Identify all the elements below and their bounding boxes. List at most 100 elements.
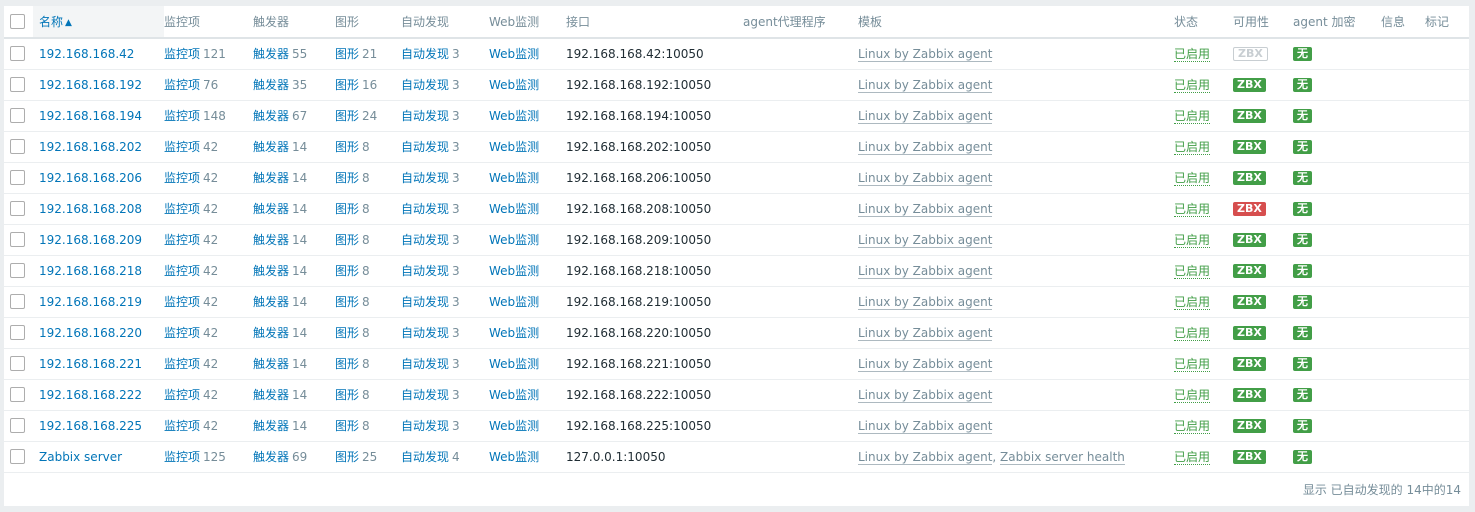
host-name-link[interactable]: 192.168.168.209	[39, 233, 142, 247]
host-name-link[interactable]: 192.168.168.192	[39, 78, 142, 92]
discovery-link[interactable]: 自动发现	[401, 419, 449, 433]
status-toggle[interactable]: 已启用	[1174, 388, 1211, 403]
discovery-link[interactable]: 自动发现	[401, 233, 449, 247]
triggers-link[interactable]: 触发器	[253, 233, 289, 247]
triggers-link[interactable]: 触发器	[253, 47, 289, 61]
host-name-link[interactable]: 192.168.168.225	[39, 419, 142, 433]
triggers-link[interactable]: 触发器	[253, 202, 289, 216]
discovery-link[interactable]: 自动发现	[401, 109, 449, 123]
template-link[interactable]: Linux by Zabbix agent	[858, 263, 993, 279]
template-link[interactable]: Linux by Zabbix agent	[858, 356, 993, 372]
host-name-link[interactable]: 192.168.168.202	[39, 140, 142, 154]
items-link[interactable]: 监控项	[164, 326, 200, 340]
status-toggle[interactable]: 已启用	[1174, 47, 1211, 63]
graphs-link[interactable]: 图形	[335, 326, 359, 340]
status-toggle[interactable]: 已启用	[1174, 78, 1211, 93]
template-link[interactable]: Zabbix server health	[1000, 449, 1125, 465]
host-name-link[interactable]: 192.168.168.206	[39, 171, 142, 185]
items-link[interactable]: 监控项	[164, 78, 200, 92]
triggers-link[interactable]: 触发器	[253, 419, 289, 433]
graphs-link[interactable]: 图形	[335, 388, 359, 402]
status-toggle[interactable]: 已启用	[1174, 419, 1211, 434]
items-link[interactable]: 监控项	[164, 140, 200, 154]
triggers-link[interactable]: 触发器	[253, 264, 289, 278]
row-checkbox[interactable]	[10, 449, 25, 464]
status-toggle[interactable]: 已启用	[1174, 171, 1211, 186]
items-link[interactable]: 监控项	[164, 202, 200, 216]
host-name-link[interactable]: Zabbix server	[39, 450, 122, 464]
host-name-link[interactable]: 192.168.168.220	[39, 326, 142, 340]
status-toggle[interactable]: 已启用	[1174, 233, 1211, 248]
web-link[interactable]: Web监测	[489, 233, 539, 247]
host-name-link[interactable]: 192.168.168.194	[39, 109, 142, 123]
graphs-link[interactable]: 图形	[335, 233, 359, 247]
discovery-link[interactable]: 自动发现	[401, 326, 449, 340]
items-link[interactable]: 监控项	[164, 171, 200, 185]
web-link[interactable]: Web监测	[489, 419, 539, 433]
host-name-link[interactable]: 192.168.168.208	[39, 202, 142, 216]
discovery-link[interactable]: 自动发现	[401, 295, 449, 309]
triggers-link[interactable]: 触发器	[253, 295, 289, 309]
row-checkbox[interactable]	[10, 232, 25, 247]
items-link[interactable]: 监控项	[164, 388, 200, 402]
template-link[interactable]: Linux by Zabbix agent	[858, 201, 993, 217]
graphs-link[interactable]: 图形	[335, 140, 359, 154]
row-checkbox[interactable]	[10, 201, 25, 216]
template-link[interactable]: Linux by Zabbix agent	[858, 418, 993, 434]
row-checkbox[interactable]	[10, 418, 25, 433]
web-link[interactable]: Web监测	[489, 140, 539, 154]
graphs-link[interactable]: 图形	[335, 450, 359, 464]
row-checkbox[interactable]	[10, 263, 25, 278]
items-link[interactable]: 监控项	[164, 109, 200, 123]
triggers-link[interactable]: 触发器	[253, 78, 289, 92]
triggers-link[interactable]: 触发器	[253, 109, 289, 123]
items-link[interactable]: 监控项	[164, 419, 200, 433]
web-link[interactable]: Web监测	[489, 264, 539, 278]
template-link[interactable]: Linux by Zabbix agent	[858, 232, 993, 248]
items-link[interactable]: 监控项	[164, 295, 200, 309]
graphs-link[interactable]: 图形	[335, 419, 359, 433]
column-name[interactable]: 名称 ▲	[33, 6, 164, 39]
row-checkbox[interactable]	[10, 108, 25, 123]
graphs-link[interactable]: 图形	[335, 47, 359, 61]
items-link[interactable]: 监控项	[164, 264, 200, 278]
discovery-link[interactable]: 自动发现	[401, 388, 449, 402]
discovery-link[interactable]: 自动发现	[401, 357, 449, 371]
status-toggle[interactable]: 已启用	[1174, 326, 1211, 341]
items-link[interactable]: 监控项	[164, 47, 200, 61]
template-link[interactable]: Linux by Zabbix agent	[858, 170, 993, 186]
host-name-link[interactable]: 192.168.168.221	[39, 357, 142, 371]
row-checkbox[interactable]	[10, 294, 25, 309]
row-checkbox[interactable]	[10, 325, 25, 340]
items-link[interactable]: 监控项	[164, 357, 200, 371]
web-link[interactable]: Web监测	[489, 295, 539, 309]
template-link[interactable]: Linux by Zabbix agent	[858, 387, 993, 403]
select-all-checkbox[interactable]	[10, 14, 25, 29]
row-checkbox[interactable]	[10, 356, 25, 371]
host-name-link[interactable]: 192.168.168.42	[39, 47, 134, 61]
discovery-link[interactable]: 自动发现	[401, 264, 449, 278]
web-link[interactable]: Web监测	[489, 326, 539, 340]
discovery-link[interactable]: 自动发现	[401, 171, 449, 185]
triggers-link[interactable]: 触发器	[253, 450, 289, 464]
triggers-link[interactable]: 触发器	[253, 388, 289, 402]
web-link[interactable]: Web监测	[489, 202, 539, 216]
host-name-link[interactable]: 192.168.168.218	[39, 264, 142, 278]
status-toggle[interactable]: 已启用	[1174, 295, 1211, 310]
host-name-link[interactable]: 192.168.168.222	[39, 388, 142, 402]
discovery-link[interactable]: 自动发现	[401, 450, 449, 464]
template-link[interactable]: Linux by Zabbix agent	[858, 325, 993, 341]
row-checkbox[interactable]	[10, 139, 25, 154]
status-toggle[interactable]: 已启用	[1174, 202, 1211, 217]
web-link[interactable]: Web监测	[489, 109, 539, 123]
web-link[interactable]: Web监测	[489, 357, 539, 371]
discovery-link[interactable]: 自动发现	[401, 202, 449, 216]
web-link[interactable]: Web监测	[489, 171, 539, 185]
triggers-link[interactable]: 触发器	[253, 357, 289, 371]
triggers-link[interactable]: 触发器	[253, 140, 289, 154]
host-name-link[interactable]: 192.168.168.219	[39, 295, 142, 309]
web-link[interactable]: Web监测	[489, 450, 539, 464]
template-link[interactable]: Linux by Zabbix agent	[858, 46, 993, 62]
graphs-link[interactable]: 图形	[335, 202, 359, 216]
graphs-link[interactable]: 图形	[335, 171, 359, 185]
